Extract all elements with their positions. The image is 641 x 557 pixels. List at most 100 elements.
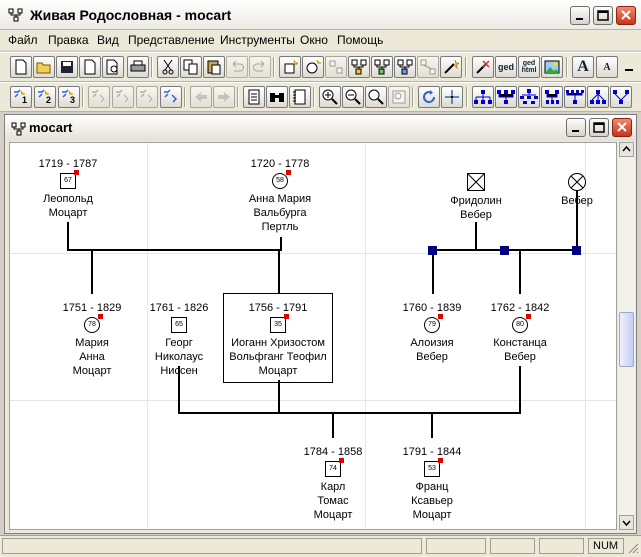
menu-representation[interactable]: Представление xyxy=(128,33,215,47)
undo-button[interactable] xyxy=(226,56,248,78)
scroll-thumb[interactable] xyxy=(619,312,634,367)
unlink-button[interactable] xyxy=(394,56,416,78)
zoom-in-button[interactable] xyxy=(319,86,341,108)
picture-button[interactable] xyxy=(541,56,563,78)
tree-layout-3-button[interactable] xyxy=(518,86,540,108)
tree-layout-1-button[interactable] xyxy=(472,86,494,108)
minimize-button[interactable] xyxy=(570,6,590,25)
menu-tools[interactable]: Инструменты xyxy=(220,33,295,47)
person-star-button[interactable] xyxy=(88,86,110,108)
gedcom-import-icon xyxy=(476,60,490,74)
new-person-button[interactable] xyxy=(279,56,301,78)
open-button[interactable] xyxy=(33,56,55,78)
doc-close-button[interactable] xyxy=(612,118,632,137)
tree-layout-2-icon xyxy=(497,90,515,104)
gedcom-export-button[interactable]: ged xyxy=(495,56,517,78)
new-file-button[interactable] xyxy=(10,56,32,78)
page-icon xyxy=(84,59,96,75)
scroll-down-button[interactable] xyxy=(619,515,634,530)
family-junction[interactable] xyxy=(500,246,509,255)
save-button[interactable] xyxy=(56,56,78,78)
menu-edit[interactable]: Правка xyxy=(48,33,89,47)
notebook-button[interactable] xyxy=(289,86,311,108)
document-title-bar[interactable]: mocart xyxy=(5,115,636,141)
alive-marker xyxy=(526,314,531,319)
tree-layout-4-button[interactable] xyxy=(541,86,563,108)
redo-button[interactable] xyxy=(249,56,271,78)
person-name: Вебер xyxy=(561,195,593,207)
relation-button[interactable] xyxy=(417,56,439,78)
menu-view[interactable]: Вид xyxy=(97,33,119,47)
person-card[interactable]: 1720 - 1778 58 Анна Мария Вальбурга Перт… xyxy=(220,157,340,234)
person-3-button[interactable]: 3 xyxy=(58,86,80,108)
tree-canvas[interactable]: 1719 - 1787 67 Леопольд Моцарт 1720 - 17… xyxy=(9,142,617,530)
add-parent-button[interactable] xyxy=(302,56,324,78)
person-refresh-button[interactable] xyxy=(160,86,182,108)
gedcom-button[interactable] xyxy=(472,56,494,78)
font-larger-button[interactable]: A xyxy=(572,56,594,78)
person-2-button[interactable]: 2 xyxy=(34,86,56,108)
add-child-button[interactable] xyxy=(325,56,347,78)
title-bar[interactable]: Живая Родословная - mocart xyxy=(0,0,641,30)
tree-layout-6-button[interactable] xyxy=(587,86,609,108)
back-button[interactable] xyxy=(190,86,212,108)
person-1-button[interactable]: 1 xyxy=(10,86,32,108)
person-card[interactable]: 1791 - 1844 53 Франц Ксавьер Моцарт xyxy=(372,445,492,522)
add-relative-button[interactable] xyxy=(348,56,370,78)
maximize-button[interactable] xyxy=(593,6,613,25)
person-age: 53 xyxy=(428,465,436,472)
document-button[interactable] xyxy=(243,86,265,108)
person-star-2-button[interactable] xyxy=(112,86,134,108)
zoom-page-button[interactable] xyxy=(388,86,410,108)
print-preview-button[interactable] xyxy=(102,56,124,78)
zoom-out-button[interactable] xyxy=(342,86,364,108)
family-tree-icon xyxy=(11,122,26,136)
person-card[interactable]: 1762 - 1842 80 Констанца Вебер xyxy=(460,301,580,364)
zoom-fit-button[interactable] xyxy=(365,86,387,108)
family-junction[interactable] xyxy=(572,246,581,255)
cut-button[interactable] xyxy=(157,56,179,78)
scroll-up-button[interactable] xyxy=(619,142,634,157)
font-smaller-button[interactable]: A xyxy=(596,56,618,78)
save-icon xyxy=(61,61,73,73)
doc-maximize-button[interactable] xyxy=(589,118,609,137)
menu-help[interactable]: Помощь xyxy=(337,33,383,47)
refresh-button[interactable] xyxy=(418,86,440,108)
person-name: Леопольд Моцарт xyxy=(43,193,93,219)
tree-layout-7-button[interactable] xyxy=(610,86,632,108)
family-junction[interactable] xyxy=(428,246,437,255)
print-button[interactable] xyxy=(127,56,149,78)
person-card[interactable]: Вебер xyxy=(517,157,616,208)
print-icon xyxy=(130,60,146,72)
add-child-icon xyxy=(329,60,343,74)
person-name: Констанца Вебер xyxy=(493,337,547,363)
gedcom-html-button[interactable]: ged html xyxy=(518,56,540,78)
wand-button[interactable] xyxy=(440,56,462,78)
page-button[interactable] xyxy=(79,56,101,78)
link-button[interactable] xyxy=(371,56,393,78)
binoculars-icon xyxy=(270,93,284,102)
toolbar-more-button[interactable] xyxy=(619,56,639,78)
center-button[interactable] xyxy=(441,86,463,108)
zoom-page-icon xyxy=(392,90,406,104)
paste-button[interactable] xyxy=(203,56,225,78)
doc-minimize-button[interactable] xyxy=(566,118,586,137)
vertical-scrollbar[interactable] xyxy=(618,142,635,530)
menu-file[interactable]: Файл xyxy=(8,33,38,47)
paste-icon xyxy=(207,60,221,75)
person-card-selected[interactable]: 1756 - 1791 35 Иоганн Хризостом Вольфган… xyxy=(218,301,338,378)
find-button[interactable] xyxy=(266,86,288,108)
copy-button[interactable] xyxy=(180,56,202,78)
person-dates: 1756 - 1791 xyxy=(248,302,308,314)
tree-layout-2-button[interactable] xyxy=(495,86,517,108)
person-card[interactable]: 1719 - 1787 67 Леопольд Моцарт xyxy=(10,157,128,220)
tree-layout-5-button[interactable] xyxy=(564,86,586,108)
male-symbol-icon: 53 xyxy=(424,458,443,477)
menu-window[interactable]: Окно xyxy=(300,33,328,47)
forward-button[interactable] xyxy=(213,86,235,108)
resize-grip-icon[interactable] xyxy=(627,542,639,554)
print-preview-icon xyxy=(106,59,118,75)
close-button[interactable] xyxy=(616,6,636,25)
person-star-3-button[interactable] xyxy=(136,86,158,108)
relation-icon xyxy=(420,59,436,75)
